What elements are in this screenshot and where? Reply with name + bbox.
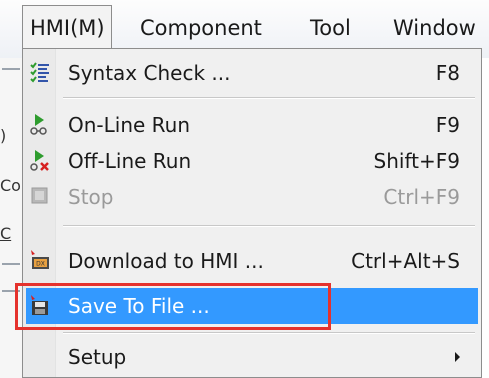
- menu-item-offline-run[interactable]: Off-Line Run Shift+F9: [26, 143, 478, 179]
- background-text-fragment: ): [0, 126, 7, 145]
- submenu-arrow-icon: [455, 352, 460, 362]
- menu-item-stop[interactable]: Stop Ctrl+F9: [26, 179, 478, 215]
- menu-item-shortcut: F9: [435, 113, 460, 137]
- menu-item-save-to-file[interactable]: Save To File ...: [26, 288, 478, 324]
- menu-separator: [63, 225, 475, 227]
- menu-item-online-run[interactable]: On-Line Run F9: [26, 107, 478, 143]
- background-toolbar-line: [2, 263, 20, 265]
- background-text-fragment: C: [0, 224, 12, 243]
- menu-item-download-to-hmi[interactable]: DX Download to HMI ... Ctrl+Alt+S: [26, 243, 478, 279]
- menu-item-label: On-Line Run: [68, 113, 191, 137]
- menu-separator: [63, 332, 475, 334]
- hmi-dropdown-menu: Syntax Check ... F8 On-Line Run F9 Off-L…: [22, 48, 482, 378]
- menu-item-shortcut: Ctrl+Alt+S: [351, 249, 460, 273]
- svg-text:DX: DX: [36, 261, 45, 268]
- menu-item-label: Download to HMI ...: [68, 249, 264, 273]
- menu-window[interactable]: Window: [393, 14, 476, 42]
- save-file-icon: [31, 295, 48, 315]
- menu-item-label: Setup: [68, 345, 127, 369]
- menu-item-shortcut: Shift+F9: [373, 149, 460, 173]
- menu-item-syntax-check[interactable]: Syntax Check ... F8: [26, 55, 478, 91]
- menu-item-label: Syntax Check ...: [68, 61, 231, 85]
- background-text-fragment: Co: [0, 176, 21, 195]
- stop-icon: [31, 187, 48, 204]
- syntax-check-icon: [30, 62, 49, 83]
- background-toolbar-line: [2, 68, 20, 70]
- menu-component[interactable]: Component: [140, 14, 262, 42]
- download-icon: DX: [31, 250, 49, 269]
- menu-item-shortcut: F8: [435, 61, 460, 85]
- background-toolbar-line: [2, 290, 20, 292]
- menu-separator: [63, 97, 475, 99]
- menu-item-label: Save To File ...: [68, 294, 210, 318]
- menu-hmi[interactable]: HMI(M): [22, 5, 112, 50]
- menu-item-label: Stop: [68, 185, 114, 209]
- menu-tool[interactable]: Tool: [310, 14, 351, 42]
- background-app-edge: ) Co C: [0, 58, 22, 378]
- menu-item-setup[interactable]: Setup: [26, 339, 478, 375]
- application-window: HMI(M) Component Tool Window ) Co C Synt…: [0, 0, 489, 378]
- offline-run-icon: [30, 150, 49, 171]
- menu-item-label: Off-Line Run: [68, 149, 192, 173]
- online-run-icon: [30, 114, 47, 135]
- menu-item-shortcut: Ctrl+F9: [383, 185, 460, 209]
